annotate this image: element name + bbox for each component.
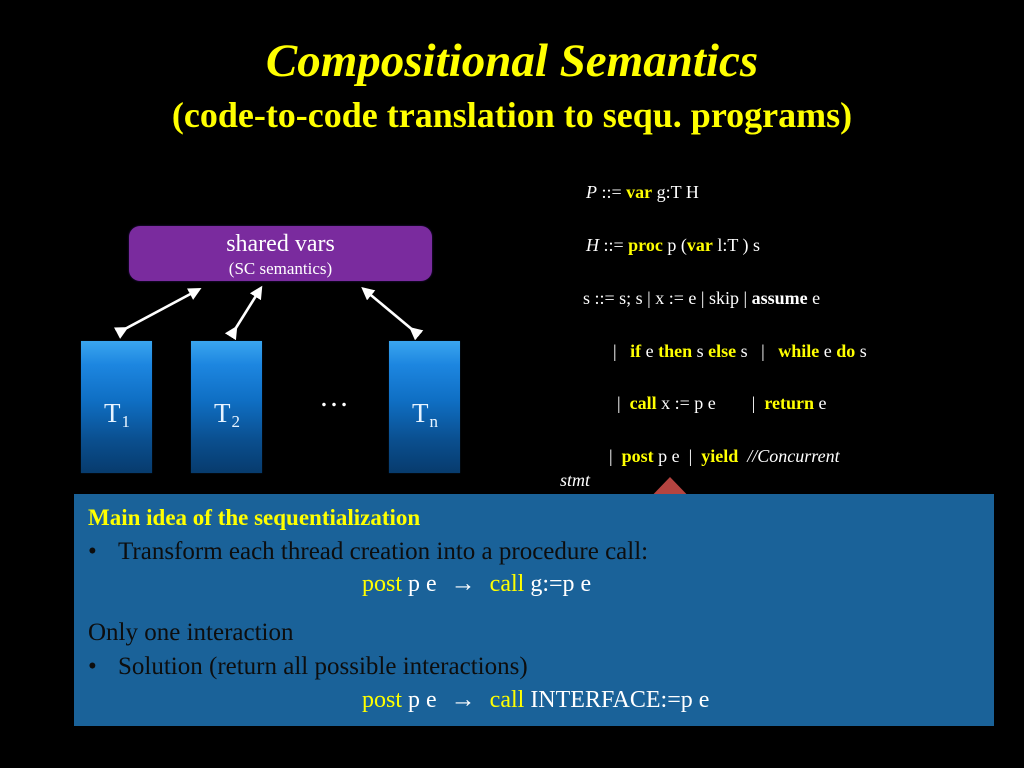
main-idea-panel: Main idea of the sequentialization • Tran…	[74, 494, 994, 726]
bullet-item-transform-label: Transform each thread creation into a pr…	[118, 538, 649, 565]
rightwards-arrow-icon: →	[450, 570, 476, 597]
thread-label-t2: T2	[214, 398, 240, 431]
thread-label-t1: T1	[104, 398, 130, 431]
arrow-shared-to-tn	[361, 287, 424, 341]
grammar-line-stmt-base: s ::= s; s | x := e | skip | assume e	[583, 288, 821, 308]
grammar-comment-continuation: stmt	[560, 470, 591, 490]
arrow-shared-to-t1	[113, 288, 202, 339]
bullet-glyph: •	[88, 653, 97, 680]
rule-post-to-call-interface: post p e → call INTERFACE:=p e	[362, 686, 710, 713]
grammar-line-procedure: H ::= proc p (var l:T ) s	[586, 235, 760, 255]
grammar-line-control: | if e then s else s | while e do s	[613, 341, 867, 361]
arrow-shared-to-t2	[224, 285, 263, 341]
rightwards-arrow-icon: →	[450, 686, 476, 713]
title-block: Compositional Semantics (code-to-code tr…	[0, 35, 1024, 135]
main-idea-heading: Main idea of the sequentialization	[88, 505, 421, 530]
only-one-interaction-text: Only one interaction	[88, 619, 294, 646]
bullet-item-solution-label: Solution (return all possible interactio…	[118, 653, 528, 680]
bullet-glyph: •	[88, 538, 97, 565]
shared-vars-title: shared vars	[226, 231, 335, 257]
grammar-line-program: P ::= var g:T H	[586, 182, 699, 202]
bullet-item-transform: • Transform each thread creation into a p…	[88, 538, 648, 566]
page-subtitle: (code-to-code translation to sequ. progr…	[171, 95, 853, 135]
bullet-item-solution: • Solution (return all possible interacti…	[88, 653, 528, 681]
slide-canvas: Compositional Semantics (code-to-code tr…	[0, 0, 1024, 768]
page-title: Compositional Semantics	[265, 35, 759, 87]
shared-vars-subtitle: (SC semantics)	[228, 259, 333, 278]
thread-box-t1: T1	[81, 341, 152, 473]
thread-ellipsis: …	[319, 380, 351, 413]
thread-box-t2: T2	[191, 341, 262, 473]
thread-label-tn: Tn	[412, 398, 438, 431]
grammar-line-call-return: | call x := p e | return e	[617, 393, 827, 413]
shared-vars-box: shared vars (SC semantics)	[129, 226, 432, 281]
rule-post-to-call-g: post p e → call g:=p e	[362, 570, 592, 597]
grammar-line-concurrent: | post p e | yield //Concurrent	[609, 446, 840, 466]
thread-box-tn: Tn	[389, 341, 460, 473]
